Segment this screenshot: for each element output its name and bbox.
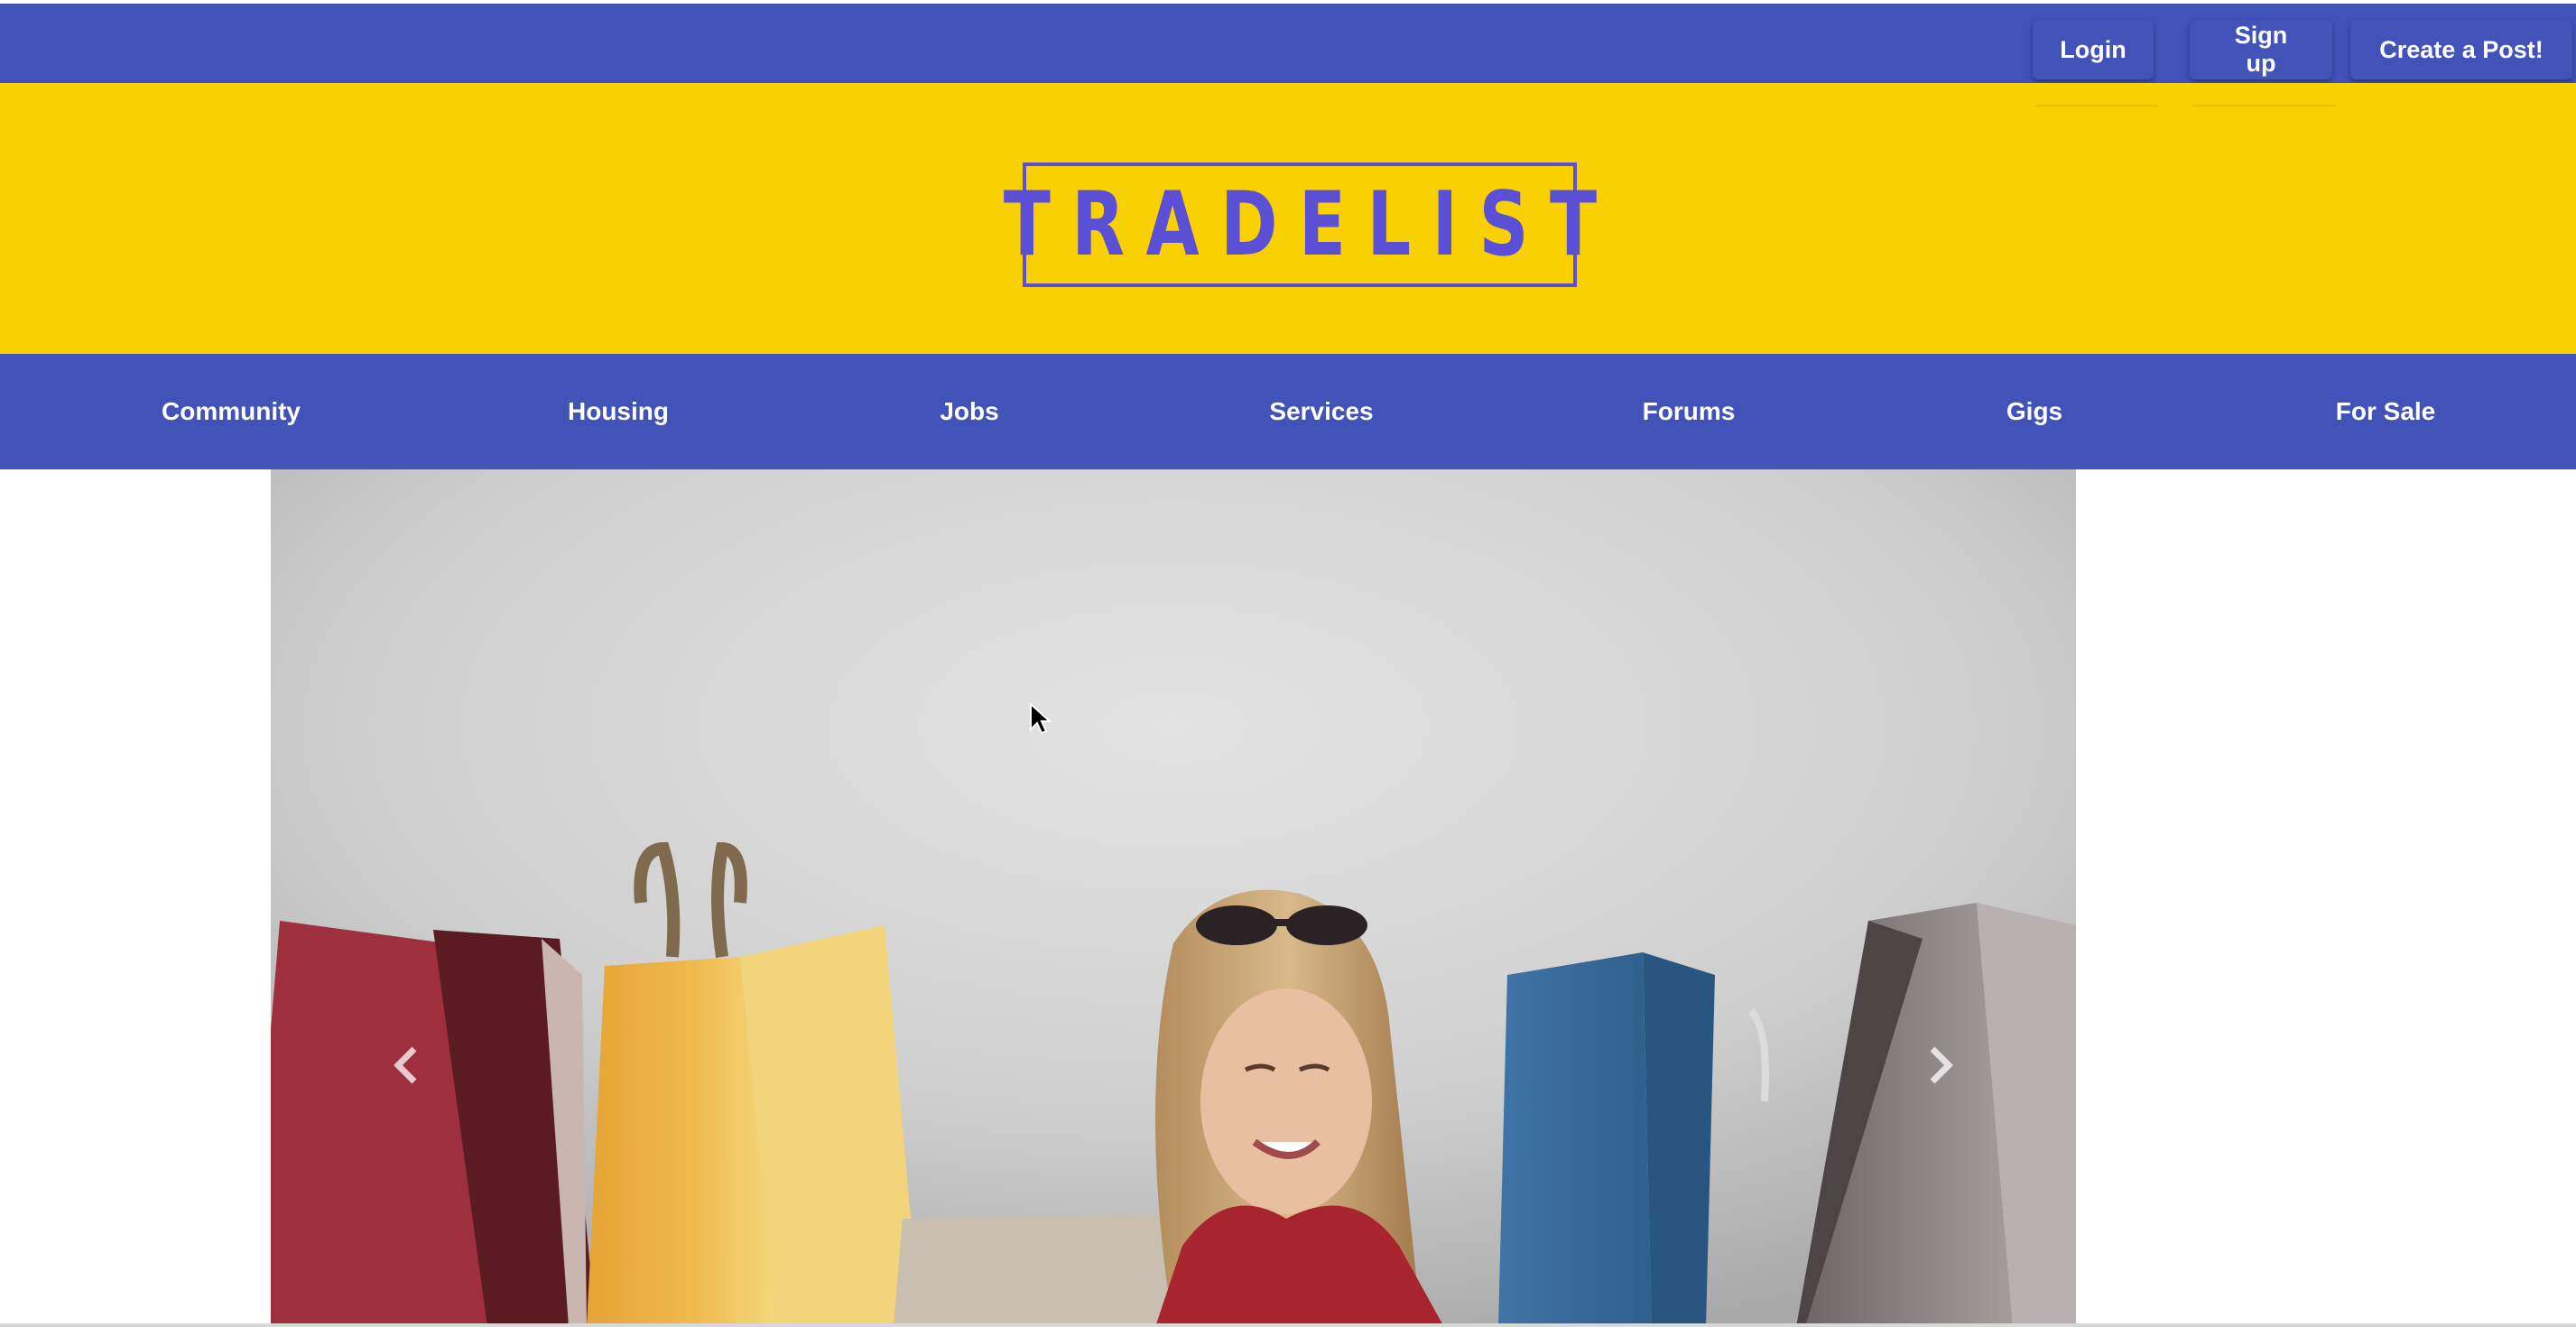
chevron-right-icon xyxy=(1930,1046,1953,1084)
carousel-next-button[interactable] xyxy=(1913,1029,1968,1101)
top-actions: Login Sign up Create a Post! xyxy=(2033,20,2572,79)
nav-item-jobs[interactable]: Jobs xyxy=(940,354,998,469)
mouse-cursor-icon xyxy=(1030,702,1052,735)
top-bar: Login Sign up Create a Post! xyxy=(0,4,2576,83)
logo[interactable]: TRADELIST xyxy=(1003,162,1597,287)
category-nav: Community Housing Jobs Services Forums G… xyxy=(0,354,2576,469)
chevron-left-icon xyxy=(394,1046,417,1084)
create-post-button[interactable]: Create a Post! xyxy=(2350,20,2572,79)
nav-item-community[interactable]: Community xyxy=(162,354,301,469)
nav-item-housing[interactable]: Housing xyxy=(568,354,669,469)
brand-header: TRADELIST xyxy=(0,83,2576,354)
signup-button-underline xyxy=(2193,105,2336,107)
logo-text: TRADELIST xyxy=(1003,173,1618,276)
hero-image xyxy=(271,469,2076,1327)
nav-item-forums[interactable]: Forums xyxy=(1643,354,1736,469)
page-bottom-divider xyxy=(0,1323,2576,1327)
nav-item-services[interactable]: Services xyxy=(1269,354,1373,469)
signup-button[interactable]: Sign up xyxy=(2190,20,2332,79)
carousel-prev-button[interactable] xyxy=(379,1029,433,1101)
login-button-underline xyxy=(2036,105,2157,107)
hero-carousel xyxy=(271,469,2076,1327)
login-button[interactable]: Login xyxy=(2033,20,2154,79)
nav-item-gigs[interactable]: Gigs xyxy=(2006,354,2062,469)
nav-item-for-sale[interactable]: For Sale xyxy=(2336,354,2435,469)
